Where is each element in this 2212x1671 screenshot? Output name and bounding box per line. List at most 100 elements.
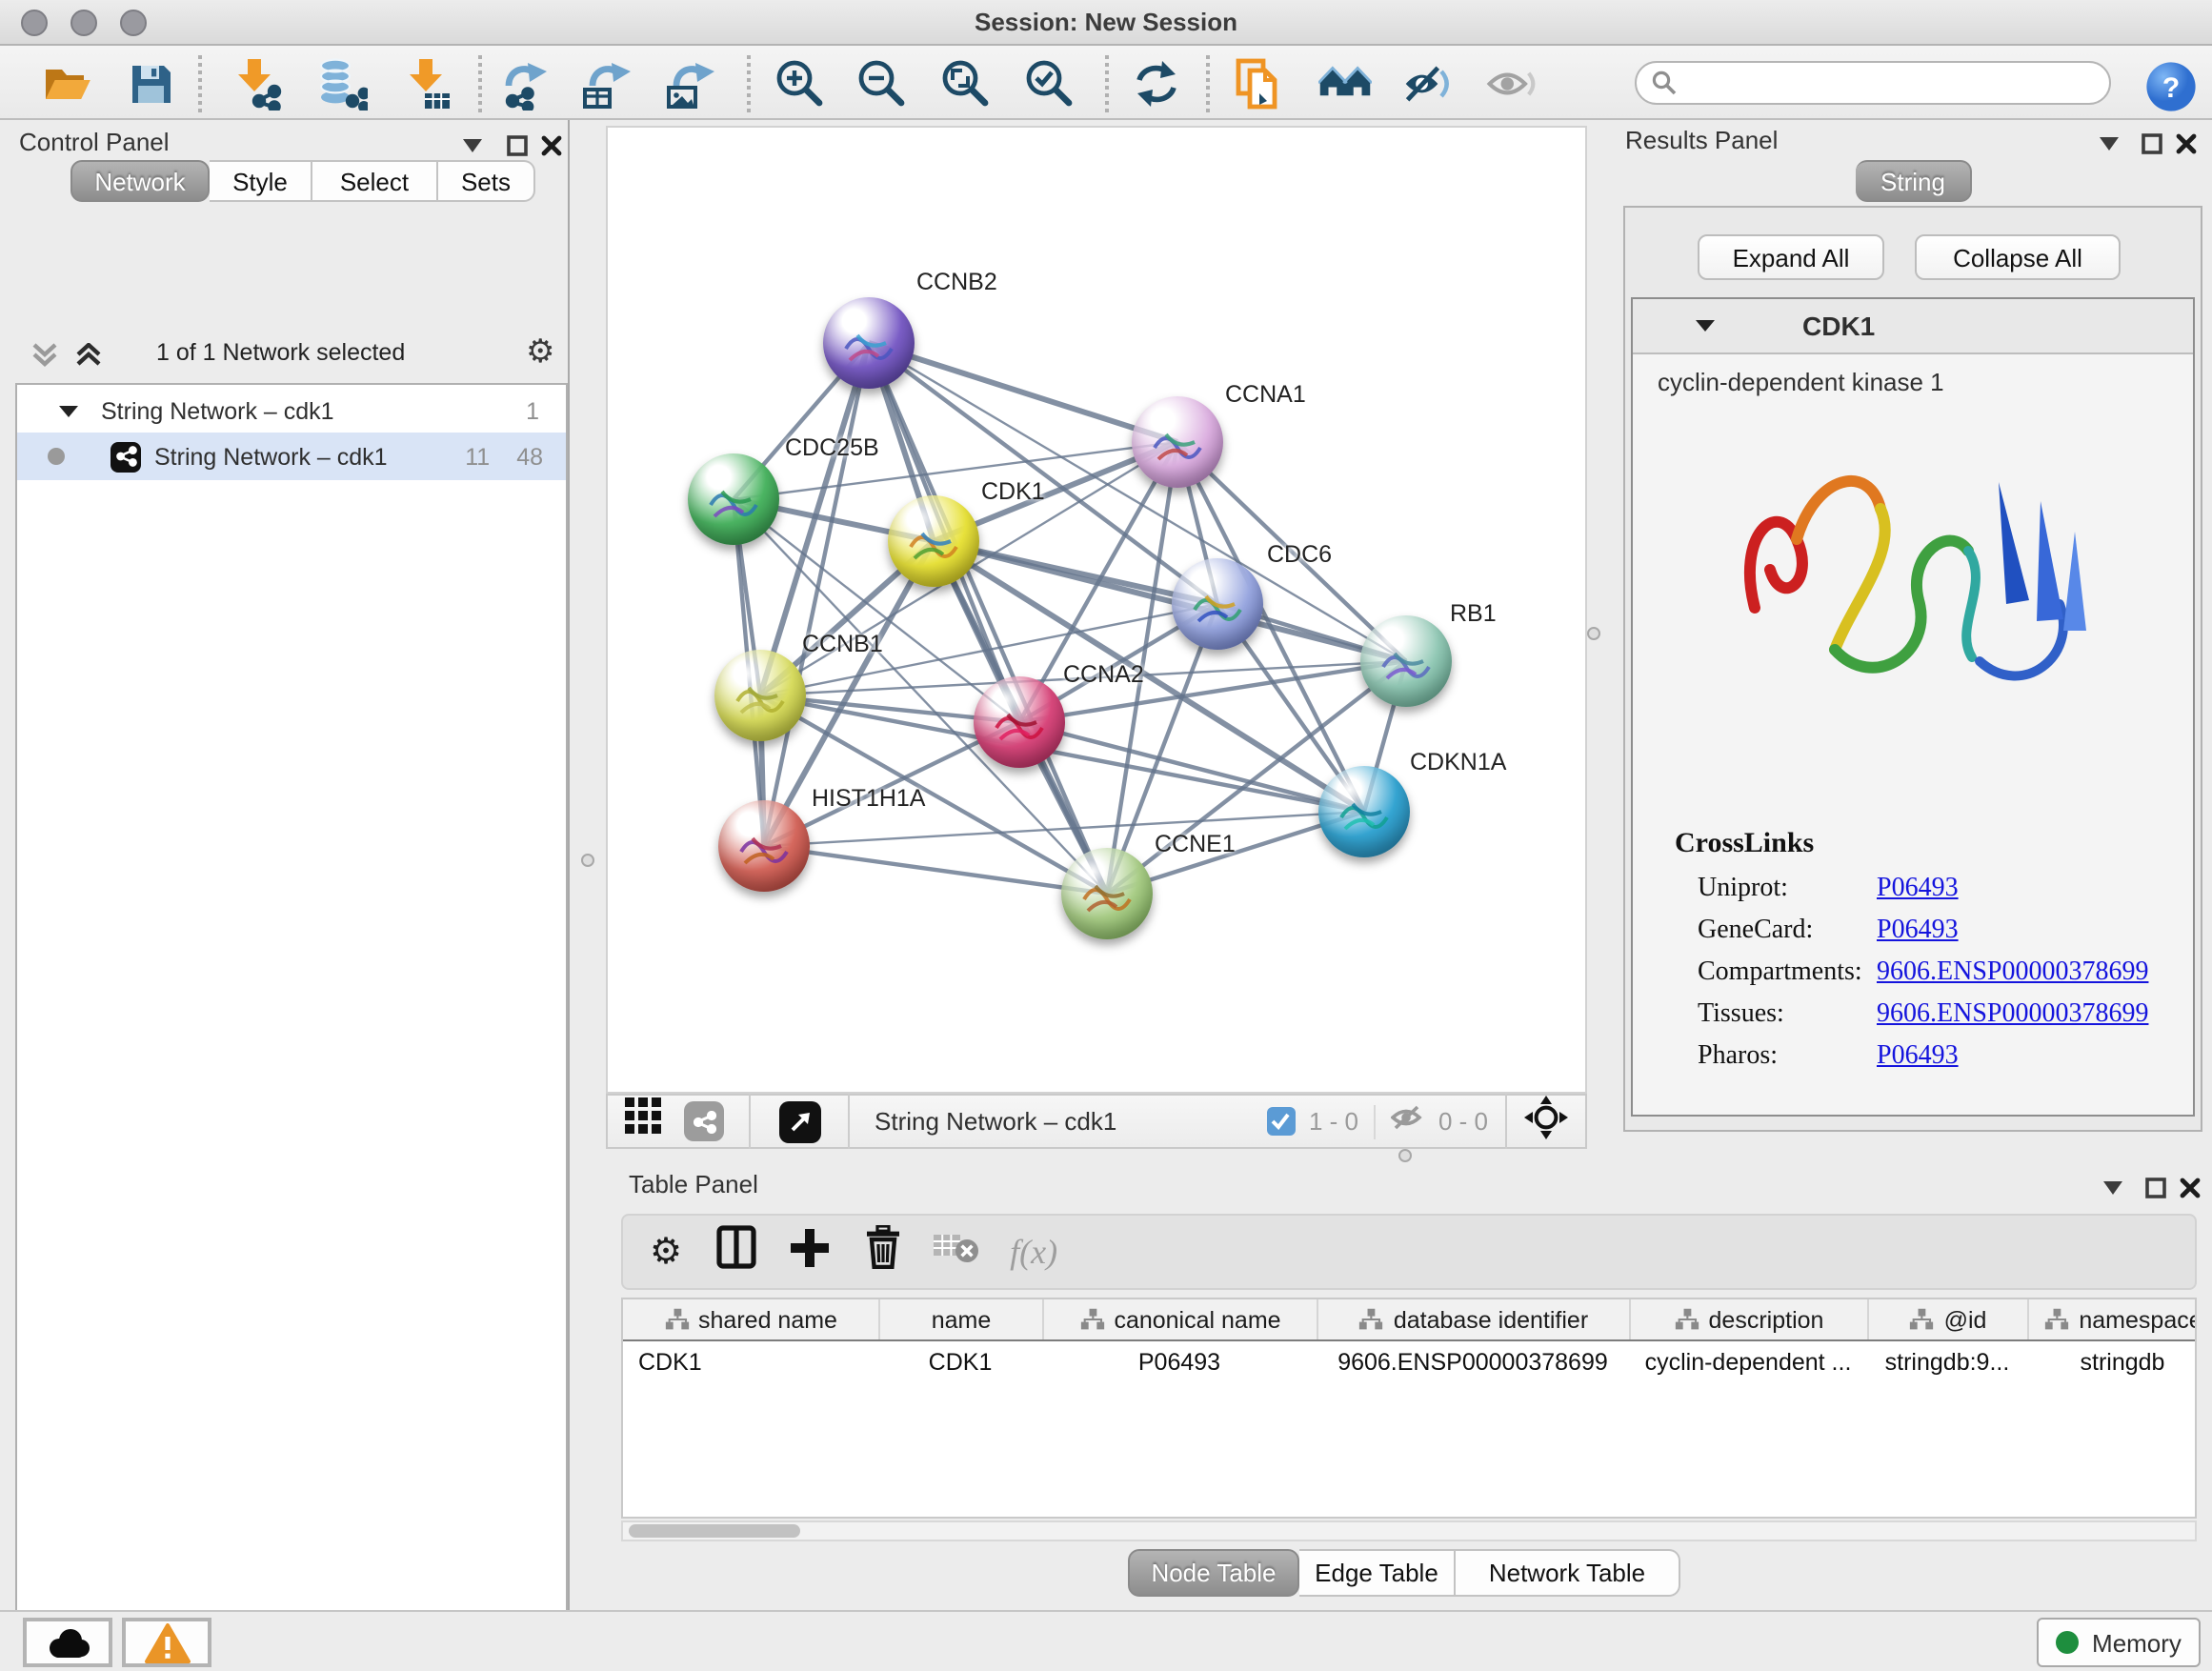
table-panel-float-menu-icon[interactable] xyxy=(2100,1174,2126,1200)
current-network-name: String Network – cdk1 xyxy=(875,1107,1116,1136)
edge-ccnb2-hist1h1a[interactable] xyxy=(764,343,869,846)
tab-network-table[interactable]: Network Table xyxy=(1456,1549,1680,1597)
edge-hist1h1a-ccne1[interactable] xyxy=(764,846,1107,894)
cdk1-section-header[interactable]: CDK1 xyxy=(1633,299,2193,354)
network-node-cdc6[interactable] xyxy=(1172,558,1263,650)
first-neighbors-icon[interactable] xyxy=(1318,57,1372,111)
import-database-icon[interactable] xyxy=(314,57,368,111)
collection-caret-icon[interactable] xyxy=(59,406,78,417)
copy-icon[interactable] xyxy=(1235,57,1288,111)
results-panel-float-menu-icon[interactable] xyxy=(2096,130,2122,156)
refresh-icon[interactable] xyxy=(1130,57,1183,111)
grid-view-icon[interactable] xyxy=(625,1097,663,1145)
right-splitter-handle[interactable] xyxy=(1587,627,1600,640)
tab-style[interactable]: Style xyxy=(210,160,312,202)
cloud-status-button[interactable] xyxy=(23,1618,112,1667)
node-table[interactable]: shared namenamecanonical namedatabase id… xyxy=(621,1298,2197,1519)
column-header-description[interactable]: description xyxy=(1629,1299,1867,1339)
results-panel-close-icon[interactable] xyxy=(2172,130,2199,156)
import-table-icon[interactable] xyxy=(400,57,453,111)
table-options-gear-icon[interactable]: ⚙ xyxy=(650,1230,682,1274)
search-input[interactable] xyxy=(1635,61,2111,105)
open-session-icon[interactable] xyxy=(40,57,93,111)
control-panel-float-menu-icon[interactable] xyxy=(459,131,486,158)
add-column-icon[interactable] xyxy=(791,1228,829,1276)
network-node-cdk1[interactable] xyxy=(888,495,979,587)
control-panel-float-icon[interactable] xyxy=(503,131,530,158)
save-session-icon[interactable] xyxy=(124,57,177,111)
network-node-ccne1[interactable] xyxy=(1061,848,1153,939)
zoom-out-icon[interactable] xyxy=(855,57,909,111)
crosslink-link[interactable]: 9606.ENSP00000378699 xyxy=(1877,1000,2148,1031)
table-row[interactable]: CDK1CDK1P064939606.ENSP00000378699cyclin… xyxy=(623,1341,2195,1383)
network-label: String Network – cdk1 xyxy=(154,443,388,470)
network-options-gear-icon[interactable]: ⚙ xyxy=(526,333,555,372)
memory-button[interactable]: Memory xyxy=(2037,1618,2201,1667)
results-panel-float-icon[interactable] xyxy=(2138,130,2164,156)
control-panel-close-icon[interactable] xyxy=(537,131,564,158)
network-view-canvas[interactable]: CCNB2CCNA1CDC25BCDK1CDC6RB1CCNB1CCNA2CDK… xyxy=(606,126,1587,1094)
results-panel-title: Results Panel xyxy=(1625,126,1778,154)
protein-motif-icon xyxy=(688,453,779,545)
collapse-all-button[interactable]: Collapse All xyxy=(1915,234,2121,280)
scrollbar-thumb[interactable] xyxy=(629,1524,800,1538)
column-header-namespace[interactable]: namespace xyxy=(2027,1299,2197,1339)
import-network-icon[interactable] xyxy=(231,57,284,111)
export-table-icon[interactable] xyxy=(581,57,634,111)
help-icon[interactable]: ? xyxy=(2143,59,2197,112)
network-row[interactable]: String Network – cdk1 11 48 xyxy=(17,433,566,480)
network-node-rb1[interactable] xyxy=(1360,615,1452,707)
export-network-icon[interactable] xyxy=(501,57,554,111)
network-node-hist1h1a[interactable] xyxy=(718,800,810,892)
column-header-id[interactable]: @id xyxy=(1867,1299,2027,1339)
network-node-ccna1[interactable] xyxy=(1132,396,1223,488)
crosslink-link[interactable]: 9606.ENSP00000378699 xyxy=(1877,958,2148,989)
network-node-ccnb1[interactable] xyxy=(714,650,806,741)
show-details-icon[interactable] xyxy=(1484,57,1538,111)
table-panel-float-icon[interactable] xyxy=(2142,1174,2168,1200)
horizontal-splitter-handle[interactable] xyxy=(1398,1149,1412,1162)
tab-node-table[interactable]: Node Table xyxy=(1128,1549,1299,1597)
network-node-ccnb2[interactable] xyxy=(823,297,915,389)
crosslink-link[interactable]: P06493 xyxy=(1877,1042,1959,1073)
column-header-name[interactable]: name xyxy=(878,1299,1042,1339)
selected-checkbox-icon[interactable] xyxy=(1267,1107,1296,1136)
column-label: @id xyxy=(1944,1306,1987,1333)
crosslink-link[interactable]: P06493 xyxy=(1877,875,1959,905)
left-splitter-handle[interactable] xyxy=(581,854,594,867)
network-node-ccna2[interactable] xyxy=(974,676,1065,768)
network-collection-row[interactable]: String Network – cdk1 1 xyxy=(17,391,566,433)
crosslink-link[interactable]: P06493 xyxy=(1877,916,1959,947)
expand-all-networks-icon[interactable] xyxy=(74,343,103,377)
hide-details-icon[interactable] xyxy=(1402,57,1456,111)
detach-view-icon[interactable] xyxy=(779,1100,821,1142)
expand-all-button[interactable]: Expand All xyxy=(1698,234,1884,280)
zoom-in-icon[interactable] xyxy=(774,57,827,111)
birdseye-nav-icon[interactable] xyxy=(1524,1095,1568,1148)
network-node-cdkn1a[interactable] xyxy=(1318,766,1410,857)
zoom-fit-icon[interactable] xyxy=(939,57,993,111)
column-header-databaseidentifier[interactable]: database identifier xyxy=(1317,1299,1629,1339)
table-panel-close-icon[interactable] xyxy=(2176,1174,2202,1200)
show-columns-icon[interactable] xyxy=(716,1225,756,1278)
results-panel: Results Panel String Expand All Collapse… xyxy=(1610,120,2212,1149)
tab-select[interactable]: Select xyxy=(312,160,438,202)
warning-status-button[interactable] xyxy=(122,1618,211,1667)
tab-sets[interactable]: Sets xyxy=(438,160,535,202)
edge-cdk1-rb1[interactable] xyxy=(934,541,1406,661)
network-view-share-icon[interactable] xyxy=(684,1101,724,1141)
tab-string[interactable]: String xyxy=(1856,160,1972,202)
tab-network[interactable]: Network xyxy=(70,160,210,202)
protein-motif-icon xyxy=(888,495,979,587)
collapse-all-networks-icon[interactable] xyxy=(30,343,59,377)
tab-edge-table[interactable]: Edge Table xyxy=(1299,1549,1456,1597)
table-panel: Table Panel ⚙ f(x) shared namenamecanoni… xyxy=(606,1162,2212,1610)
zoom-selected-icon[interactable] xyxy=(1023,57,1076,111)
column-header-canonicalname[interactable]: canonical name xyxy=(1042,1299,1317,1339)
cdk1-caret-icon[interactable] xyxy=(1696,320,1715,332)
export-image-icon[interactable] xyxy=(665,57,718,111)
column-header-sharedname[interactable]: shared name xyxy=(623,1299,878,1339)
network-node-cdc25b[interactable] xyxy=(688,453,779,545)
delete-column-icon[interactable] xyxy=(863,1225,903,1278)
table-horizontal-scrollbar[interactable] xyxy=(621,1520,2197,1541)
